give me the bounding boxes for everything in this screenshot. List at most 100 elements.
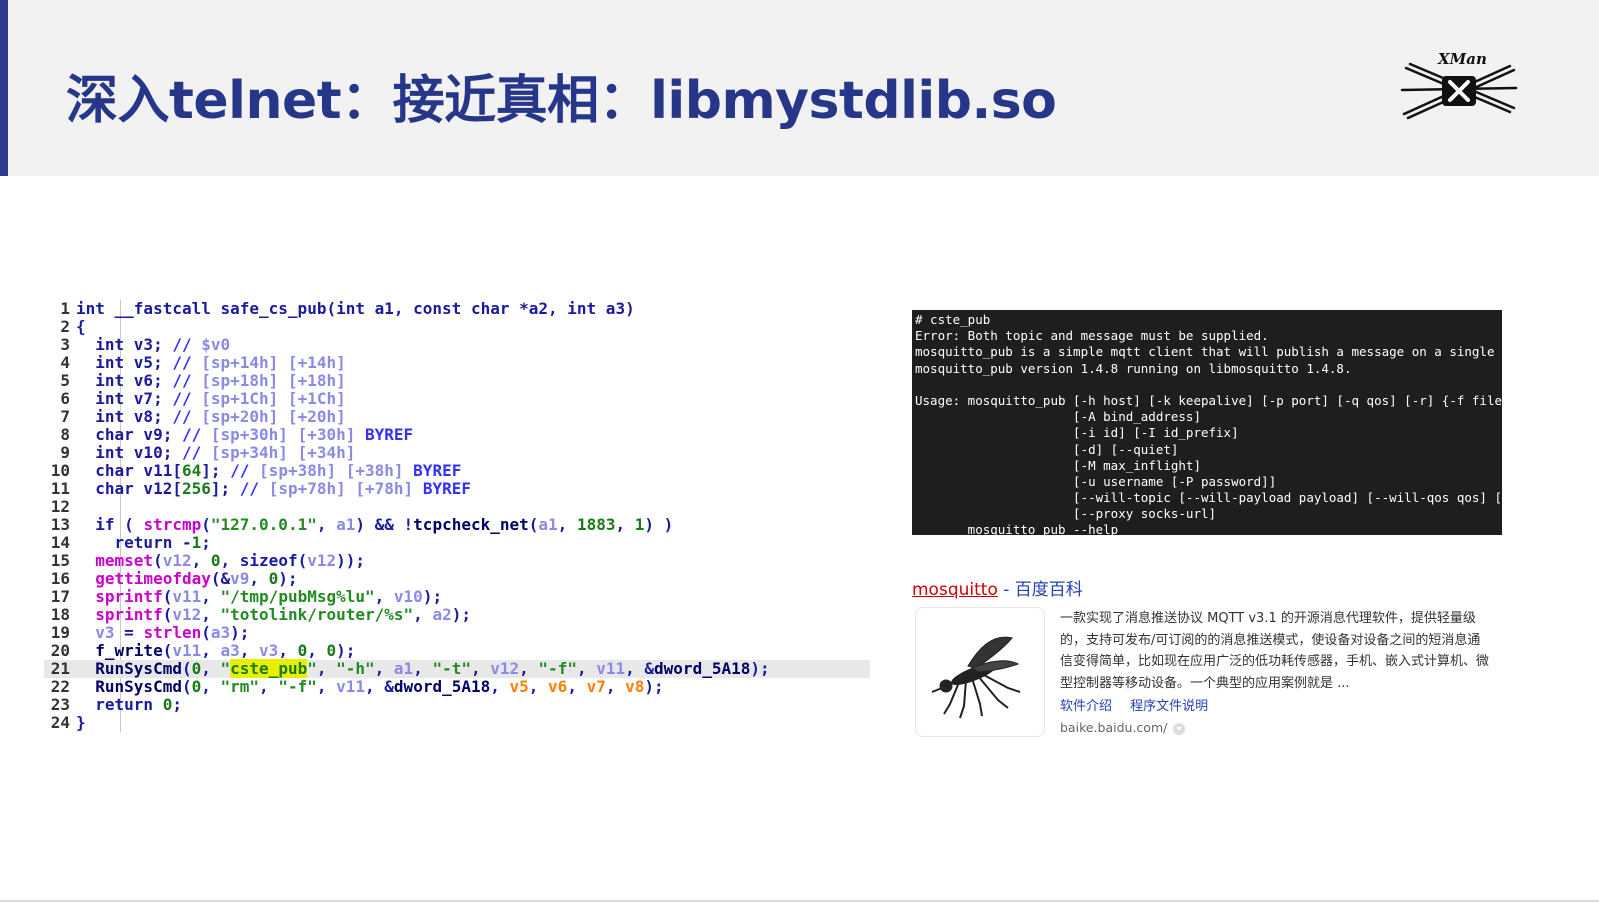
dropdown-arrow-icon[interactable] bbox=[1173, 722, 1186, 735]
line-number: 1 bbox=[60, 299, 70, 318]
code-line: 6 int v7; // [sp+1Ch] [+1Ch] bbox=[44, 390, 870, 408]
line-number: 6 bbox=[60, 389, 70, 408]
code-token: int v5; bbox=[76, 353, 173, 372]
terminal-line: Usage: mosquitto_pub [-h host] [-k keepa… bbox=[915, 392, 1502, 408]
code-token: v9 bbox=[230, 569, 250, 588]
mosquito-icon bbox=[931, 636, 1021, 719]
code-token: , bbox=[191, 551, 211, 570]
terminal-line: [-u username [-P password]] bbox=[915, 473, 1277, 489]
result-title-source[interactable]: - 百度百科 bbox=[998, 580, 1083, 600]
code-token: ); bbox=[230, 623, 250, 642]
code-token: v12 bbox=[162, 551, 192, 570]
code-token: int v8; bbox=[76, 407, 173, 426]
code-token: int v7; bbox=[76, 389, 173, 408]
code-token: ( bbox=[162, 605, 173, 624]
code-token: , bbox=[615, 515, 635, 534]
line-number: 7 bbox=[60, 407, 70, 426]
code-token: return bbox=[76, 695, 163, 714]
code-token: "-f" bbox=[278, 677, 317, 696]
code-token: v11 bbox=[336, 677, 366, 696]
line-number: 14 bbox=[50, 533, 70, 552]
code-token: "rm" bbox=[220, 677, 260, 696]
code-token: ) && ! bbox=[355, 515, 414, 534]
terminal-line: mosquitto_pub --help bbox=[915, 522, 1119, 535]
line-number: 20 bbox=[50, 641, 70, 660]
terminal-line: Error: Both topic and message must be su… bbox=[915, 328, 1269, 344]
sublink-software-intro[interactable]: 软件介绍 bbox=[1060, 699, 1112, 714]
code-token: , bbox=[201, 587, 221, 606]
code-token: 0 bbox=[191, 659, 202, 678]
code-token: ; bbox=[172, 695, 182, 714]
code-token: 256 bbox=[181, 479, 211, 498]
code-token: v3 bbox=[76, 623, 115, 642]
code-token: , bbox=[316, 659, 337, 678]
line-number: 15 bbox=[50, 551, 70, 570]
code-token: "totolink/router/%s" bbox=[220, 605, 414, 624]
code-token: a1 bbox=[538, 515, 558, 534]
code-token: 0 bbox=[326, 641, 337, 660]
terminal-line: [-A bind_address] bbox=[915, 409, 1201, 425]
code-token: $v0 bbox=[201, 335, 231, 354]
code-line: 4 int v5; // [sp+14h] [+14h] bbox=[44, 354, 870, 372]
code-token: sprintf bbox=[76, 587, 163, 606]
code-line: 19 v3 = strlen(a3); bbox=[44, 624, 870, 642]
code-token: // bbox=[172, 389, 202, 408]
code-token: , bbox=[528, 677, 549, 696]
terminal-line: mosquitto_pub version 1.4.8 running on l… bbox=[915, 360, 1352, 376]
code-token: ( bbox=[201, 515, 211, 534]
code-lines: 1 int __fastcall safe_cs_pub(int a1, cons… bbox=[44, 300, 870, 732]
code-token: // bbox=[230, 461, 260, 480]
line-number: 24 bbox=[50, 713, 70, 732]
code-token: ( bbox=[181, 659, 192, 678]
code-token: dword_5A18 bbox=[393, 677, 491, 696]
code-line: 15 memset(v12, 0, sizeof(v12)); bbox=[44, 552, 870, 570]
result-title[interactable]: mosquitto - 百度百科 bbox=[912, 575, 1083, 600]
code-line: 22 RunSysCmd(0, "rm", "-f", v11, &dword_… bbox=[44, 678, 870, 696]
code-token: ); bbox=[451, 605, 471, 624]
code-token: = bbox=[114, 623, 144, 642]
code-line: 20 f_write(v11, a3, v3, 0, 0); bbox=[44, 642, 870, 660]
code-line: 9 int v10; // [sp+34h] [+34h] bbox=[44, 444, 870, 462]
code-line: 24} bbox=[44, 714, 870, 732]
code-token: , bbox=[470, 659, 491, 678]
code-token: 1 bbox=[634, 515, 645, 534]
code-token: , bbox=[567, 677, 587, 696]
source-url[interactable]: baike.baidu.com/ bbox=[1060, 720, 1167, 735]
code-token: [sp+18h] [+18h] bbox=[201, 371, 346, 390]
code-line: 21 RunSysCmd(0, "cste_pub", "-h", a1, "-… bbox=[44, 659, 870, 678]
code-token: // bbox=[172, 407, 202, 426]
code-token: char v11[ bbox=[76, 461, 182, 480]
code-token: v11 bbox=[172, 641, 202, 660]
result-title-link[interactable]: mosquitto bbox=[912, 580, 998, 600]
sublink-program-files[interactable]: 程序文件说明 bbox=[1130, 699, 1208, 714]
terminal-line: [-M max_inflight] bbox=[915, 457, 1201, 473]
code-line: 13 if ( strcmp("127.0.0.1", a1) && !tcpc… bbox=[44, 516, 870, 534]
code-token: memset bbox=[76, 551, 154, 570]
code-token: // bbox=[172, 371, 202, 390]
code-token: { bbox=[76, 317, 86, 336]
code-token: a3 bbox=[210, 623, 231, 642]
code-token: , bbox=[605, 677, 626, 696]
terminal-line: mosquitto_pub is a simple mqtt client th… bbox=[915, 344, 1502, 360]
mosquito-thumbnail[interactable] bbox=[915, 607, 1045, 737]
terminal-output: # cste_pub Error: Both topic and message … bbox=[912, 310, 1502, 535]
code-token: )); bbox=[336, 551, 366, 570]
code-token: , & bbox=[365, 677, 394, 696]
code-token: ( bbox=[162, 641, 173, 660]
code-token: , bbox=[201, 659, 221, 678]
code-token: // bbox=[181, 425, 211, 444]
terminal-line: [--proxy socks-url] bbox=[915, 506, 1217, 522]
line-number: 5 bbox=[60, 371, 70, 390]
code-token: ); bbox=[644, 677, 664, 696]
code-token: } bbox=[76, 713, 86, 732]
line-number: 13 bbox=[50, 515, 70, 534]
code-token: v11 bbox=[596, 659, 626, 678]
code-token: BYREF bbox=[413, 461, 462, 480]
line-number: 16 bbox=[50, 569, 70, 588]
code-token: a1 bbox=[336, 515, 356, 534]
code-token: , bbox=[576, 659, 597, 678]
code-token: if ( bbox=[76, 515, 144, 534]
code-token: , bbox=[413, 659, 433, 678]
line-number: 8 bbox=[60, 425, 70, 444]
code-token: tcpcheck_net bbox=[413, 515, 529, 534]
